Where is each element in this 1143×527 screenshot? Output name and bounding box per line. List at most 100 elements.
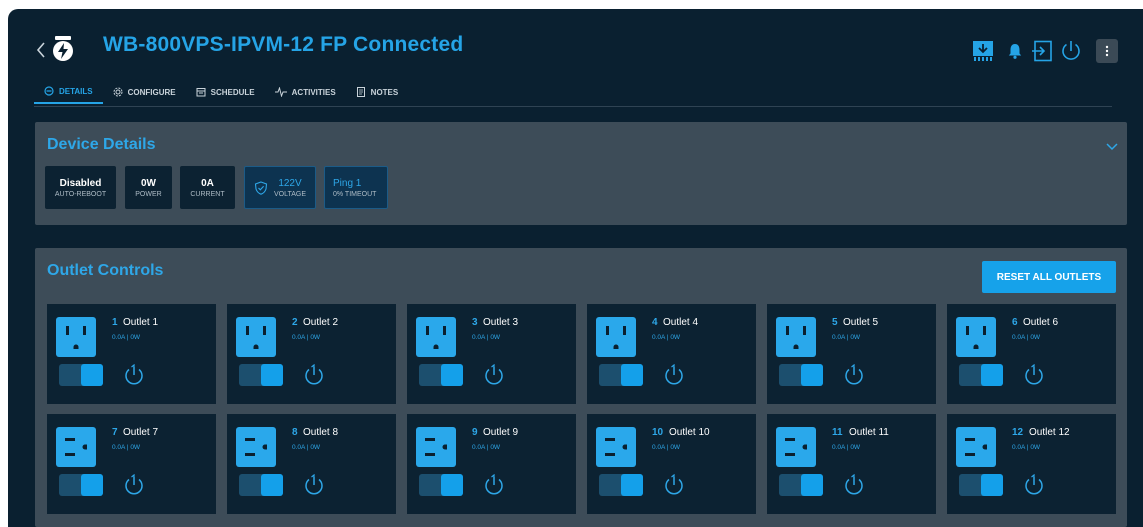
outlet-name: Outlet 5 bbox=[843, 317, 879, 328]
outlet-card: 10 Outlet 10 0.0A | 0W bbox=[587, 414, 756, 514]
outlet-toggle[interactable] bbox=[779, 364, 823, 386]
toggle-knob bbox=[81, 364, 103, 386]
outlet-name: Outlet 11 bbox=[849, 427, 889, 438]
outlet-socket-icon[interactable] bbox=[56, 317, 96, 357]
power-cycle-icon[interactable] bbox=[662, 473, 686, 498]
power-cycle-icon[interactable] bbox=[1022, 473, 1046, 498]
tab-activities[interactable]: ACTIVITIES bbox=[265, 80, 346, 104]
stat-value: 122V bbox=[278, 177, 302, 189]
outlet-toggle[interactable] bbox=[59, 364, 103, 386]
tab-label: ACTIVITIES bbox=[291, 87, 336, 97]
outlet-name: Outlet 10 bbox=[669, 427, 710, 438]
power-cycle-icon[interactable] bbox=[842, 473, 866, 498]
outlet-socket-sideways-icon[interactable] bbox=[236, 427, 276, 467]
outlet-card: 3 Outlet 3 0.0A | 0W bbox=[407, 304, 576, 404]
power-icon[interactable] bbox=[1059, 39, 1083, 63]
outlet-socket-icon[interactable] bbox=[596, 317, 636, 357]
stat-value: Disabled bbox=[59, 177, 102, 189]
outlet-toggle[interactable] bbox=[779, 474, 823, 496]
outlet-number: 4 bbox=[652, 317, 658, 328]
outlet-reading: 0.0A | 0W bbox=[472, 334, 501, 341]
stat-auto-reboot: Disabled AUTO-REBOOT bbox=[45, 166, 116, 209]
tab-configure[interactable]: CONFIGURE bbox=[103, 80, 186, 104]
stat-value: 0W bbox=[141, 177, 156, 189]
back-chevron-icon[interactable] bbox=[34, 39, 48, 61]
toggle-knob bbox=[981, 474, 1003, 496]
outlet-number: 10 bbox=[652, 427, 664, 438]
reset-all-outlets-button[interactable]: RESET ALL OUTLETS bbox=[982, 261, 1116, 293]
outlet-number: 6 bbox=[1012, 317, 1018, 328]
note-icon bbox=[356, 87, 365, 97]
outlet-number: 8 bbox=[292, 427, 298, 438]
outlet-socket-icon[interactable] bbox=[416, 317, 456, 357]
toggle-knob bbox=[621, 364, 643, 386]
outlet-socket-sideways-icon[interactable] bbox=[596, 427, 636, 467]
chevron-down-icon[interactable] bbox=[1106, 141, 1118, 151]
outlet-toggle[interactable] bbox=[959, 474, 1003, 496]
tab-notes[interactable]: NOTES bbox=[346, 80, 409, 104]
outlet-card: 4 Outlet 4 0.0A | 0W bbox=[587, 304, 756, 404]
app-window: WB-800VPS-IPVM-12 FP Connected DETAILS C… bbox=[8, 9, 1143, 527]
outlet-reading: 0.0A | 0W bbox=[472, 444, 501, 451]
outlet-name: Outlet 7 bbox=[123, 427, 159, 438]
device-details-title: Device Details bbox=[47, 136, 156, 153]
outlet-number: 12 bbox=[1012, 427, 1024, 438]
outlet-card: 8 Outlet 8 0.0A | 0W bbox=[227, 414, 396, 514]
outlet-toggle[interactable] bbox=[59, 474, 103, 496]
stat-current: 0A CURRENT bbox=[180, 166, 235, 209]
toggle-knob bbox=[981, 364, 1003, 386]
power-cycle-icon[interactable] bbox=[482, 363, 506, 388]
device-logo-icon bbox=[51, 36, 75, 62]
header: WB-800VPS-IPVM-12 FP Connected bbox=[8, 9, 1143, 81]
power-cycle-icon[interactable] bbox=[662, 363, 686, 388]
stat-ping: Ping 1 0% TIMEOUT bbox=[324, 166, 388, 209]
power-cycle-icon[interactable] bbox=[302, 473, 326, 498]
gear-icon bbox=[113, 87, 123, 97]
power-cycle-icon[interactable] bbox=[842, 363, 866, 388]
outlet-toggle[interactable] bbox=[599, 364, 643, 386]
login-icon[interactable] bbox=[1031, 39, 1053, 63]
tab-label: DETAILS bbox=[59, 86, 93, 96]
outlet-reading: 0.0A | 0W bbox=[1012, 334, 1041, 341]
power-cycle-icon[interactable] bbox=[302, 363, 326, 388]
pulse-icon bbox=[274, 87, 287, 97]
outlet-toggle[interactable] bbox=[419, 364, 463, 386]
toggle-knob bbox=[81, 474, 103, 496]
outlet-toggle[interactable] bbox=[239, 474, 283, 496]
outlet-toggle[interactable] bbox=[419, 474, 463, 496]
outlet-toggle[interactable] bbox=[239, 364, 283, 386]
stat-value: 0A bbox=[201, 177, 214, 189]
power-cycle-icon[interactable] bbox=[122, 473, 146, 498]
power-cycle-icon[interactable] bbox=[482, 473, 506, 498]
outlet-number: 2 bbox=[292, 317, 298, 328]
outlet-name: Outlet 12 bbox=[1029, 427, 1070, 438]
bell-icon[interactable] bbox=[1007, 39, 1023, 63]
outlet-reading: 0.0A | 0W bbox=[652, 444, 681, 451]
power-cycle-icon[interactable] bbox=[1022, 363, 1046, 388]
outlet-socket-sideways-icon[interactable] bbox=[416, 427, 456, 467]
tab-details[interactable]: DETAILS bbox=[34, 80, 103, 104]
outlet-socket-icon[interactable] bbox=[956, 317, 996, 357]
outlet-socket-sideways-icon[interactable] bbox=[776, 427, 816, 467]
outlet-card: 7 Outlet 7 0.0A | 0W bbox=[47, 414, 216, 514]
toggle-knob bbox=[621, 474, 643, 496]
tab-label: CONFIGURE bbox=[127, 87, 176, 97]
outlet-socket-sideways-icon[interactable] bbox=[956, 427, 996, 467]
outlet-socket-icon[interactable] bbox=[776, 317, 816, 357]
outlet-socket-icon[interactable] bbox=[236, 317, 276, 357]
outlet-reading: 0.0A | 0W bbox=[1012, 444, 1041, 451]
toggle-knob bbox=[441, 474, 463, 496]
power-cycle-icon[interactable] bbox=[122, 363, 146, 388]
stat-label: VOLTAGE bbox=[273, 190, 307, 198]
outlet-toggle[interactable] bbox=[599, 474, 643, 496]
outlet-controls-title: Outlet Controls bbox=[47, 262, 164, 279]
outlet-socket-sideways-icon[interactable] bbox=[56, 427, 96, 467]
more-vertical-icon[interactable] bbox=[1096, 39, 1118, 63]
download-firmware-icon[interactable] bbox=[972, 39, 994, 63]
tab-schedule[interactable]: SCHEDULE bbox=[186, 80, 265, 104]
stat-value: Ping 1 bbox=[333, 177, 362, 189]
outlet-toggle[interactable] bbox=[959, 364, 1003, 386]
page-title: WB-800VPS-IPVM-12 FP Connected bbox=[103, 33, 464, 56]
outlet-number: 9 bbox=[472, 427, 478, 438]
tab-label: SCHEDULE bbox=[210, 87, 255, 97]
